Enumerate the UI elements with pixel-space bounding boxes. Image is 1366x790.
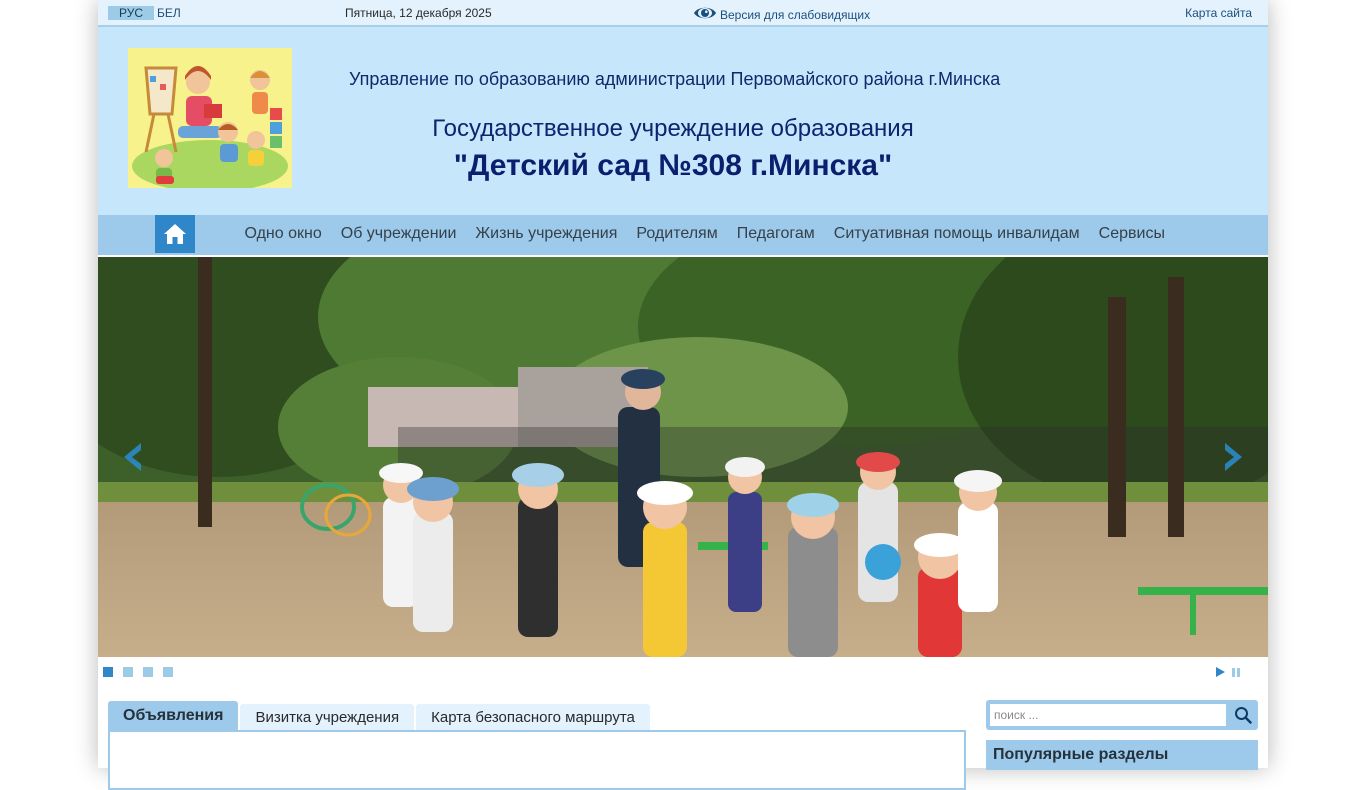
lang-ru-button[interactable]: РУС <box>108 6 154 20</box>
chevron-right-icon <box>1225 443 1242 471</box>
eye-icon <box>694 7 716 19</box>
play-icon[interactable] <box>1215 667 1225 677</box>
slide-photo <box>98 257 1268 657</box>
nav-menu: Одно окно Об учреждении Жизнь учреждения… <box>235 215 1174 253</box>
nav-item-parents[interactable]: Родителям <box>627 225 727 243</box>
low-vision-link[interactable]: Версия для слабовидящих <box>693 3 870 23</box>
slider-dot-3[interactable] <box>143 667 153 677</box>
institution-name: "Детский сад №308 г.Минска" <box>453 149 893 182</box>
nav-item-one-window[interactable]: Одно окно <box>235 225 331 243</box>
slider-prev-arrow[interactable] <box>116 437 152 477</box>
search-input[interactable] <box>989 703 1227 727</box>
search-button[interactable] <box>1230 703 1256 727</box>
search-box <box>986 700 1258 730</box>
page: РУС БЕЛ Пятница, 12 декабря 2025 Версия … <box>98 0 1268 790</box>
sitemap-link[interactable]: Карта сайта <box>1185 6 1252 20</box>
low-vision-label: Версия для слабовидящих <box>720 7 871 22</box>
tab-announcements[interactable]: Объявления <box>108 701 239 732</box>
pause-icon[interactable] <box>1231 667 1241 677</box>
slider-next-arrow[interactable] <box>1214 437 1250 477</box>
popular-sections-header: Популярные разделы <box>986 740 1258 770</box>
nav-item-services[interactable]: Сервисы <box>1089 225 1174 243</box>
lang-by-button[interactable]: БЕЛ <box>157 6 181 20</box>
photo-slider <box>98 257 1268 657</box>
tab-business-card[interactable]: Визитка учреждения <box>240 704 415 732</box>
nav-item-about[interactable]: Об учреждении <box>331 225 466 243</box>
chevron-left-icon <box>124 443 141 471</box>
top-bar: РУС БЕЛ Пятница, 12 декабря 2025 Версия … <box>98 0 1268 27</box>
slider-dot-1[interactable] <box>103 667 113 677</box>
tab-safe-route-map[interactable]: Карта безопасного маршрута <box>416 704 650 732</box>
site-header: Управление по образованию администрации … <box>98 27 1268 215</box>
nav-item-life[interactable]: Жизнь учреждения <box>466 225 627 243</box>
content-tabs: Объявления Визитка учреждения Карта безо… <box>108 700 650 732</box>
nav-item-teachers[interactable]: Педагогам <box>727 225 824 243</box>
home-button[interactable] <box>155 215 195 253</box>
org-title: Управление по образованию администрации … <box>349 69 1001 89</box>
slider-dot-4[interactable] <box>163 667 173 677</box>
main-nav: Одно окно Об учреждении Жизнь учреждения… <box>98 215 1268 255</box>
slider-controls <box>98 662 1268 682</box>
slider-dot-2[interactable] <box>123 667 133 677</box>
home-icon <box>164 224 186 244</box>
nav-item-disability-help[interactable]: Ситуативная помощь инвалидам <box>824 225 1089 243</box>
search-icon <box>1235 707 1252 724</box>
institution-type: Государственное учреждение образования <box>432 115 914 142</box>
tab-panel <box>108 730 966 790</box>
current-date: Пятница, 12 декабря 2025 <box>345 6 492 20</box>
